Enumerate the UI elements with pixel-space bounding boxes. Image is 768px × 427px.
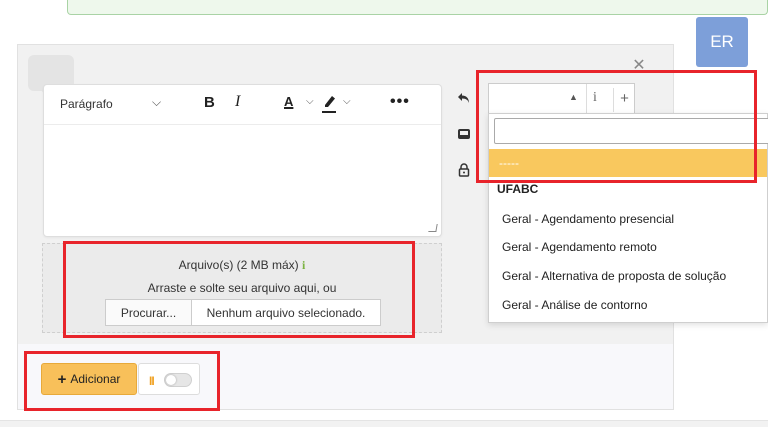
category-select-input[interactable]: ▲ xyxy=(489,84,587,114)
lock-icon[interactable] xyxy=(456,163,472,179)
category-select[interactable]: ▲ i + xyxy=(488,83,635,115)
italic-button[interactable]: I xyxy=(235,93,240,111)
no-file-label: Nenhum arquivo selecionado. xyxy=(206,305,366,320)
dropdown-option[interactable]: Geral - Agendamento remoto xyxy=(502,240,657,254)
inbox-icon[interactable] xyxy=(456,128,472,144)
info-icon[interactable]: i xyxy=(593,90,597,106)
close-icon[interactable]: ✕ xyxy=(631,58,647,74)
highlight-chevron-icon[interactable]: ⌵ xyxy=(343,96,351,107)
rich-text-editor[interactable]: Parágrafo ⌵ B I A ⌵ ⌵ ••• xyxy=(43,84,442,237)
notice-banner xyxy=(67,0,768,15)
screen: ✕ ER Parágrafo ⌵ B I A ⌵ ⌵ ••• Arquivo(s… xyxy=(0,0,768,427)
font-color-chevron-icon[interactable]: ⌵ xyxy=(306,96,314,107)
dropdown-group-label: UFABC xyxy=(497,182,539,196)
file-upload-title: Arquivo(s) (2 MB máx) i xyxy=(178,258,306,272)
drop-instructions: Arraste e solte seu arquivo aqui, ou xyxy=(147,281,337,295)
dropdown-option-selected[interactable]: ----- xyxy=(489,149,767,177)
page-footer-strip xyxy=(0,420,768,427)
file-input[interactable]: Procurar... Nenhum arquivo selecionado. xyxy=(105,299,381,326)
add-button[interactable]: + Adicionar xyxy=(41,363,137,395)
pause-toggle-group[interactable]: II xyxy=(138,363,200,395)
dropdown-option[interactable]: Geral - Alternativa de proposta de soluç… xyxy=(502,269,726,283)
highlight-pen-icon[interactable] xyxy=(322,94,337,111)
bold-button[interactable]: B xyxy=(204,94,215,111)
dropdown-search-input[interactable] xyxy=(494,118,768,144)
user-initials: ER xyxy=(710,32,734,51)
browse-button[interactable]: Procurar... xyxy=(106,300,192,325)
toggle-knob xyxy=(166,375,176,385)
chevron-down-icon[interactable]: ⌵ xyxy=(152,95,161,110)
plus-icon: + xyxy=(57,370,67,388)
undo-arrow-icon[interactable] xyxy=(456,92,472,108)
font-color-button[interactable]: A xyxy=(284,94,293,109)
category-dropdown: ----- UFABC Geral - Agendamento presenci… xyxy=(488,113,768,323)
highlight-color-bar xyxy=(322,111,336,113)
pause-icon: II xyxy=(149,374,155,388)
caret-up-icon[interactable]: ▲ xyxy=(569,92,578,102)
resize-handle-icon[interactable] xyxy=(428,224,438,232)
add-option-button[interactable]: + xyxy=(613,88,635,112)
more-options-button[interactable]: ••• xyxy=(390,93,410,111)
toggle-switch[interactable] xyxy=(164,373,192,387)
user-avatar[interactable]: ER xyxy=(696,17,748,67)
editor-toolbar: Parágrafo ⌵ B I A ⌵ ⌵ ••• xyxy=(44,85,441,125)
file-upload-zone[interactable]: Arquivo(s) (2 MB máx) i Arraste e solte … xyxy=(42,243,442,333)
paragraph-style-dropdown[interactable]: Parágrafo xyxy=(60,97,113,111)
add-button-label: Adicionar xyxy=(70,372,121,386)
info-icon[interactable]: i xyxy=(302,258,305,272)
dropdown-option[interactable]: Geral - Análise de contorno xyxy=(502,298,647,312)
dropdown-option[interactable]: Geral - Agendamento presencial xyxy=(502,212,674,226)
